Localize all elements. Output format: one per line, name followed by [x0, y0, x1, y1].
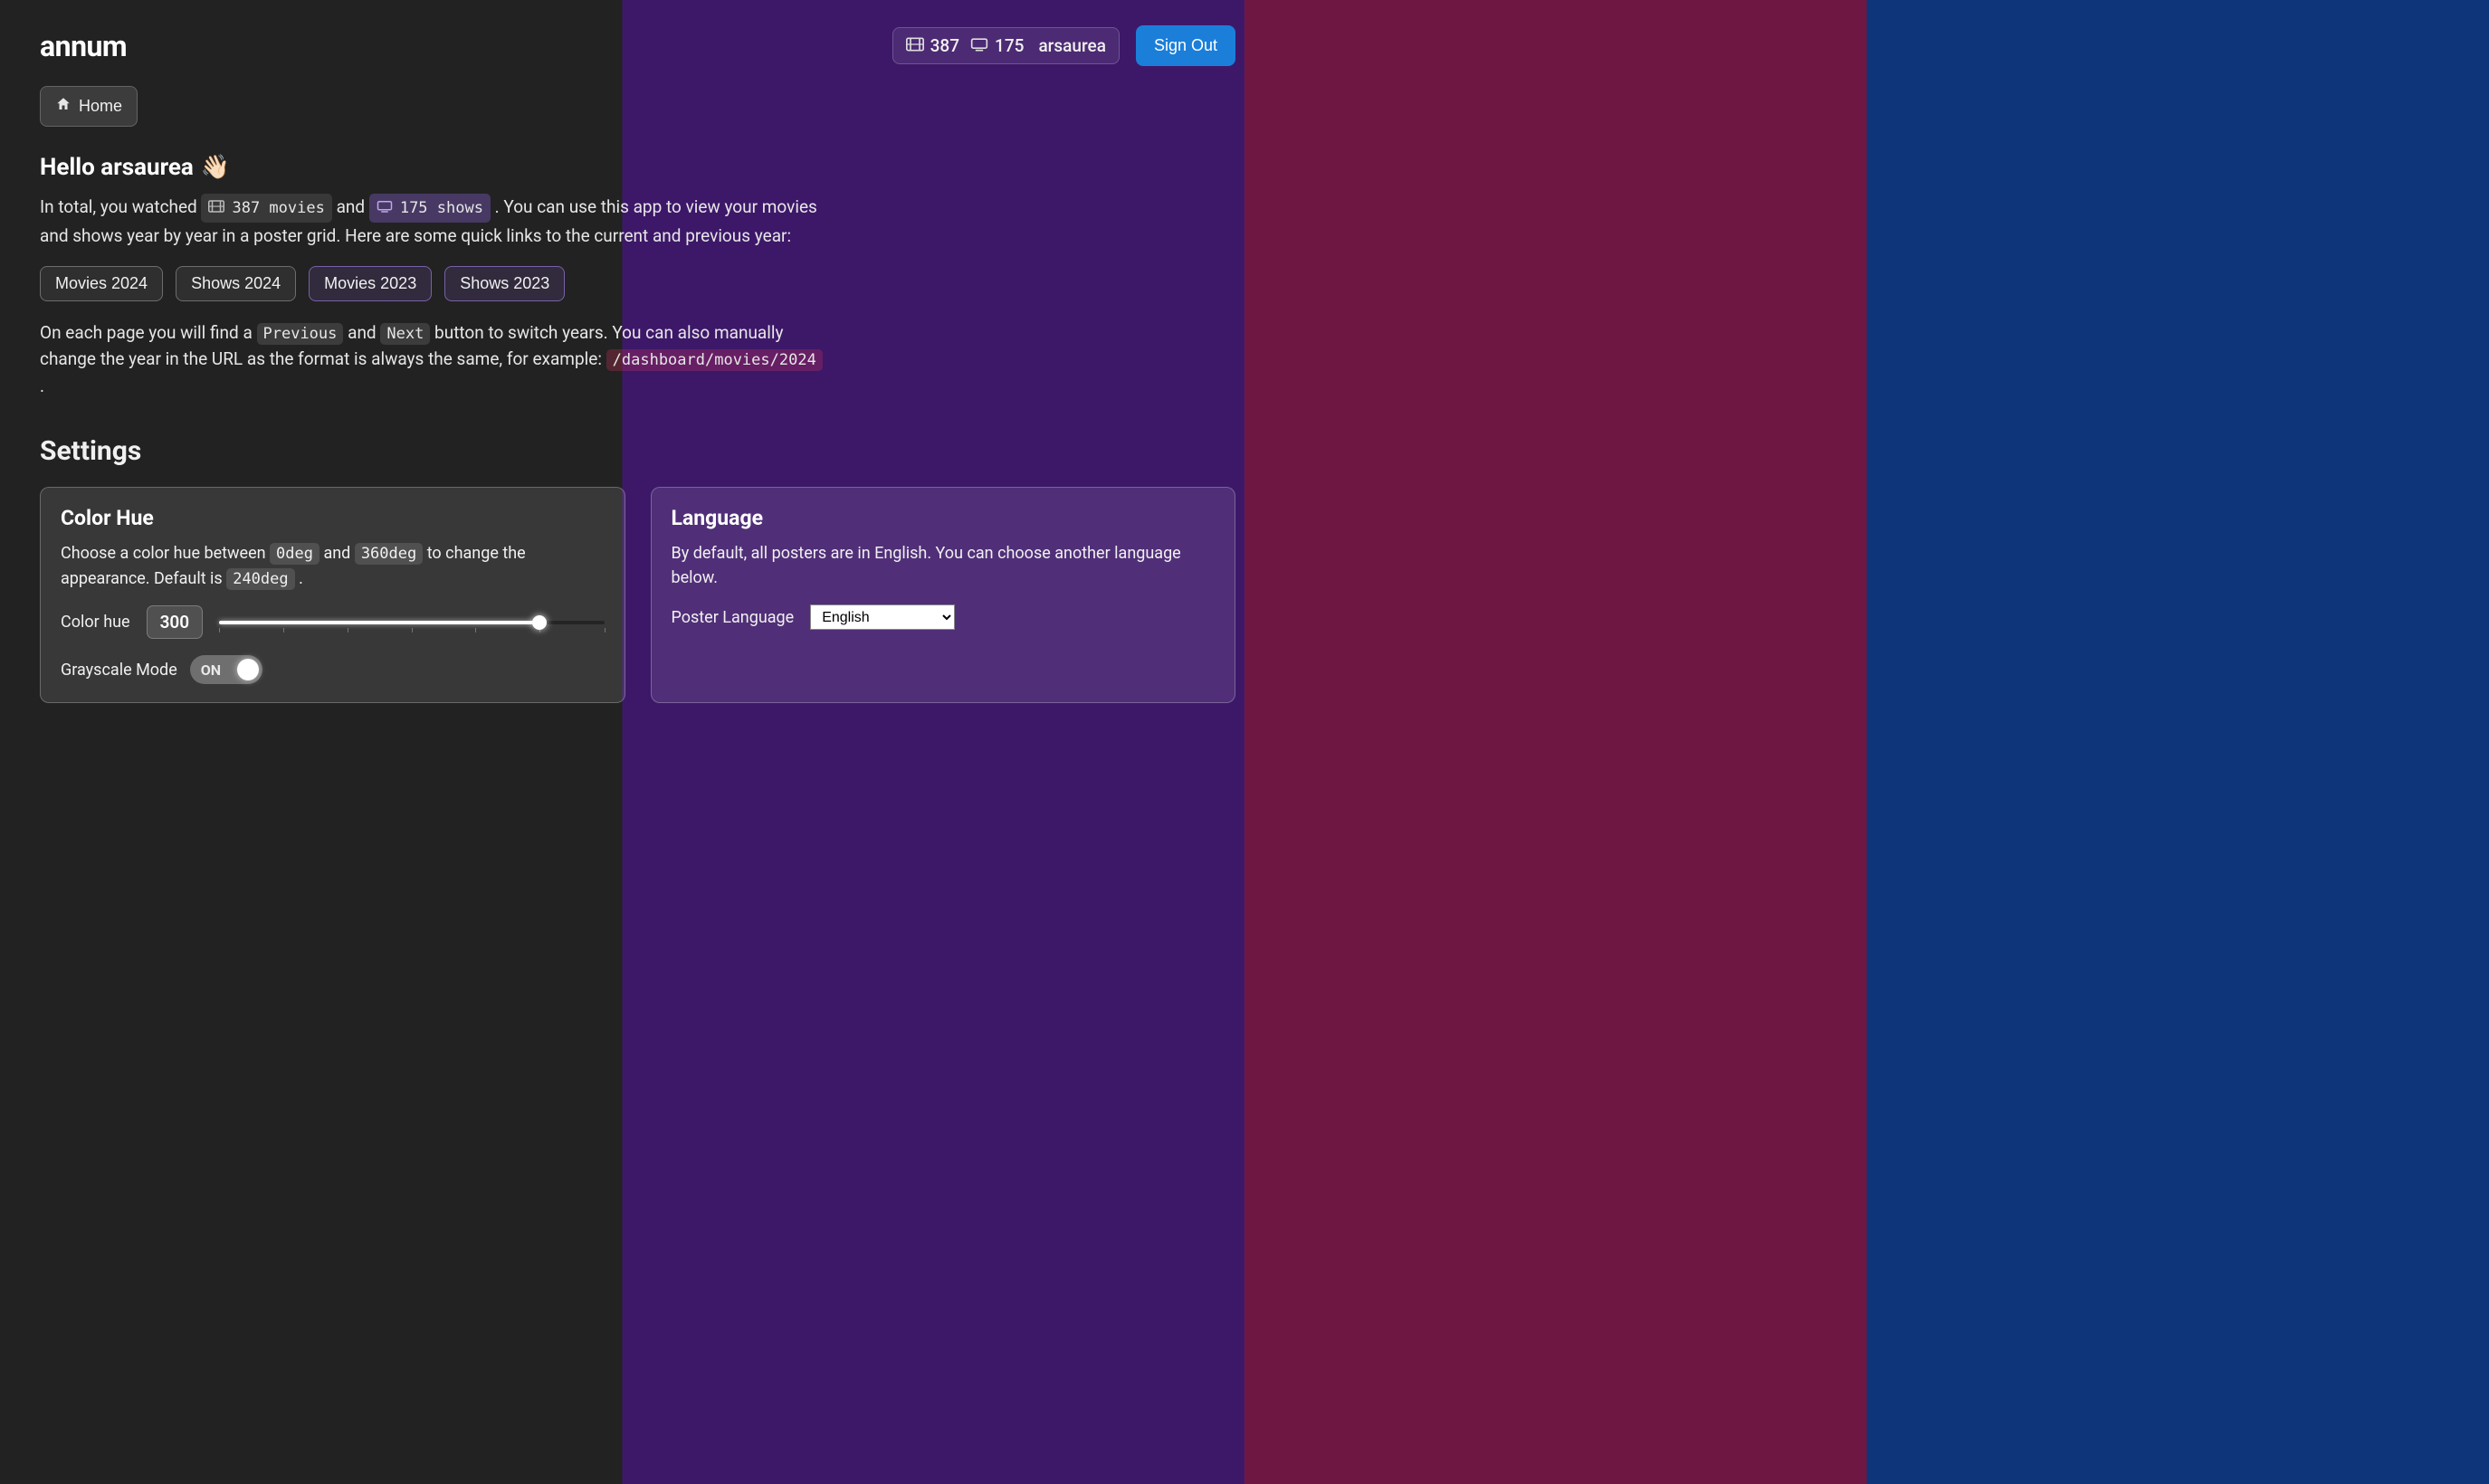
code-max: 360deg: [355, 543, 423, 565]
home-label: Home: [79, 97, 122, 116]
hue-slider[interactable]: [219, 613, 604, 633]
code-previous: Previous: [257, 323, 344, 345]
color-hue-desc: Choose a color hue between 0deg and 360d…: [61, 541, 605, 591]
shows-stat[interactable]: 175: [970, 35, 1024, 56]
code-min: 0deg: [270, 543, 319, 565]
shows-pill: 175 shows: [369, 194, 491, 223]
quick-links: Movies 2024 Shows 2024 Movies 2023 Shows…: [40, 266, 1235, 301]
film-icon: [906, 35, 924, 56]
toggle-knob: [237, 659, 259, 680]
code-next: Next: [380, 323, 430, 345]
grayscale-toggle[interactable]: ON: [190, 655, 262, 684]
wave-icon: 👋🏻: [201, 154, 230, 181]
film-icon: [208, 196, 224, 220]
home-button[interactable]: Home: [40, 86, 138, 127]
color-hue-card: Color Hue Choose a color hue between 0de…: [40, 487, 625, 703]
movies-2024-button[interactable]: Movies 2024: [40, 266, 163, 301]
grayscale-label: Grayscale Mode: [61, 661, 177, 680]
home-icon: [55, 96, 72, 117]
greeting-text: Hello arsaurea: [40, 154, 194, 181]
intro-paragraph-2: On each page you will find a Previous an…: [40, 319, 827, 399]
greeting: Hello arsaurea 👋🏻: [40, 154, 1235, 181]
settings-heading: Settings: [40, 435, 1235, 467]
language-title: Language: [672, 506, 1216, 530]
movies-stat[interactable]: 387: [906, 35, 959, 56]
movies-2023-button[interactable]: Movies 2023: [309, 266, 432, 301]
stats-bar: 387 175 arsaurea: [892, 27, 1120, 64]
poster-language-select[interactable]: English: [810, 604, 955, 630]
movies-count: 387: [930, 35, 959, 56]
header: annum 387 175 arsaurea Sign Out: [40, 25, 1235, 66]
code-url-example: /dashboard/movies/2024: [606, 349, 823, 371]
shows-count: 175: [995, 35, 1024, 56]
username: arsaurea: [1038, 35, 1106, 56]
hue-value[interactable]: 300: [147, 605, 204, 639]
tv-icon: [377, 196, 393, 220]
hue-label: Color hue: [61, 613, 130, 632]
language-desc: By default, all posters are in English. …: [672, 541, 1216, 590]
color-hue-title: Color Hue: [61, 506, 605, 530]
movies-pill: 387 movies: [201, 194, 331, 223]
signout-button[interactable]: Sign Out: [1136, 25, 1235, 66]
intro-paragraph: In total, you watched 387 movies and 175…: [40, 194, 845, 250]
shows-2023-button[interactable]: Shows 2023: [444, 266, 565, 301]
language-card: Language By default, all posters are in …: [651, 487, 1236, 703]
poster-language-label: Poster Language: [672, 608, 795, 627]
brand-logo[interactable]: annum: [40, 29, 127, 63]
code-default: 240deg: [226, 568, 294, 590]
tv-icon: [970, 35, 988, 56]
shows-2024-button[interactable]: Shows 2024: [176, 266, 296, 301]
